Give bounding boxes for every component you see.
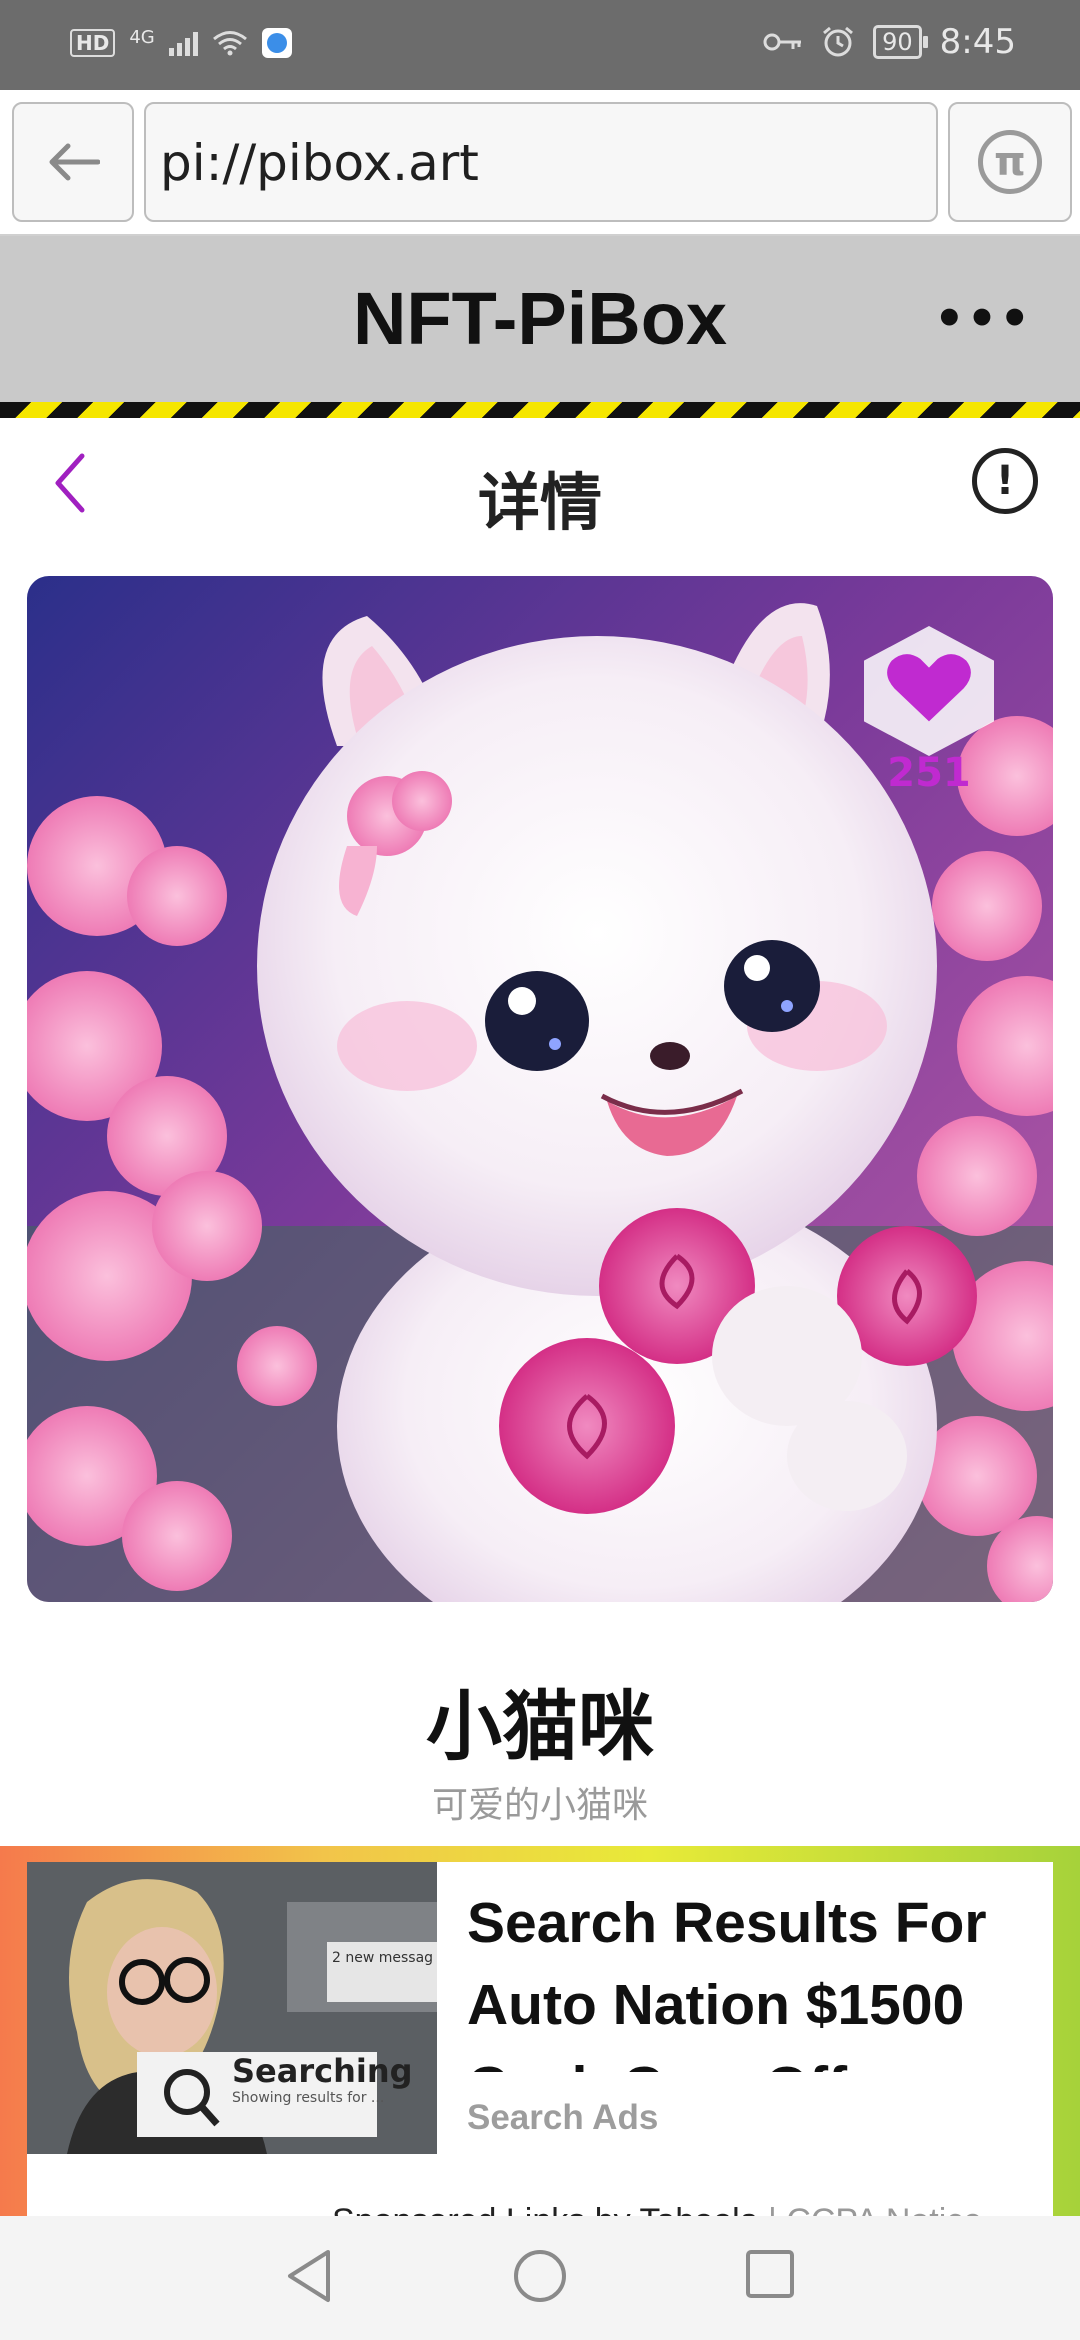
url-bar[interactable]: pi://pibox.art [144, 102, 938, 222]
url-text: pi://pibox.art [160, 134, 479, 192]
hd-badge: HD [70, 29, 116, 57]
app-notification-icon [261, 28, 292, 58]
signal-icon [168, 30, 198, 56]
app-title: NFT-PiBox [352, 277, 728, 360]
browser-toolbar: pi://pibox.art π [0, 90, 1080, 236]
nav-back-icon[interactable] [284, 2248, 334, 2304]
key-icon [763, 33, 802, 51]
info-button[interactable]: ! [972, 448, 1038, 514]
ad-image[interactable]: Searching Showing results for ... 2 new … [27, 1862, 437, 2154]
status-right: 90 8:45 [763, 22, 1016, 62]
more-options-button[interactable]: ••• [934, 291, 1032, 347]
browser-back-button[interactable] [12, 102, 134, 222]
ad-source: Search Ads [467, 2098, 659, 2137]
ad-card[interactable]: Searching Showing results for ... 2 new … [27, 1862, 1053, 2222]
battery-indicator: 90 [873, 25, 928, 59]
network-type: 4G [129, 26, 155, 48]
app-header: NFT-PiBox ••• [0, 236, 1080, 402]
nft-description: 可爱的小猫咪 [431, 1785, 648, 1826]
arrow-left-icon [49, 143, 100, 181]
ad-image-caption: Searching [232, 2052, 413, 2090]
pi-icon: π [978, 130, 1042, 194]
nft-name: 小猫咪 [426, 1682, 654, 1771]
like-badge[interactable]: 251 [849, 626, 1009, 796]
ad-title[interactable]: Search Results For Auto Nation $1500 Cas… [467, 1882, 1047, 2072]
ad-image-message: 2 new messag [332, 1950, 434, 1966]
status-bar: HD 4G 90 8:45 [0, 0, 1080, 90]
pi-wallet-button[interactable]: π [948, 102, 1072, 222]
like-count: 251 [887, 750, 971, 796]
nav-recents-icon[interactable] [744, 2248, 796, 2300]
alarm-icon [823, 26, 854, 57]
status-left: HD 4G [70, 26, 292, 58]
page-header: 详情 ! [0, 420, 1080, 560]
page-title: 详情 [477, 466, 602, 539]
clock: 8:45 [939, 22, 1016, 62]
ad-image-subcaption: Showing results for ... [232, 2090, 385, 2106]
ad-banner[interactable]: Searching Showing results for ... 2 new … [0, 1846, 1080, 2222]
ad-photo [27, 1862, 437, 2154]
wifi-icon [212, 31, 247, 56]
nft-image: 251 [27, 576, 1053, 1602]
hazard-stripe-divider [0, 402, 1080, 418]
nav-home-icon[interactable] [512, 2248, 568, 2304]
system-nav-bar [0, 2216, 1080, 2340]
heart-icon [864, 626, 994, 756]
